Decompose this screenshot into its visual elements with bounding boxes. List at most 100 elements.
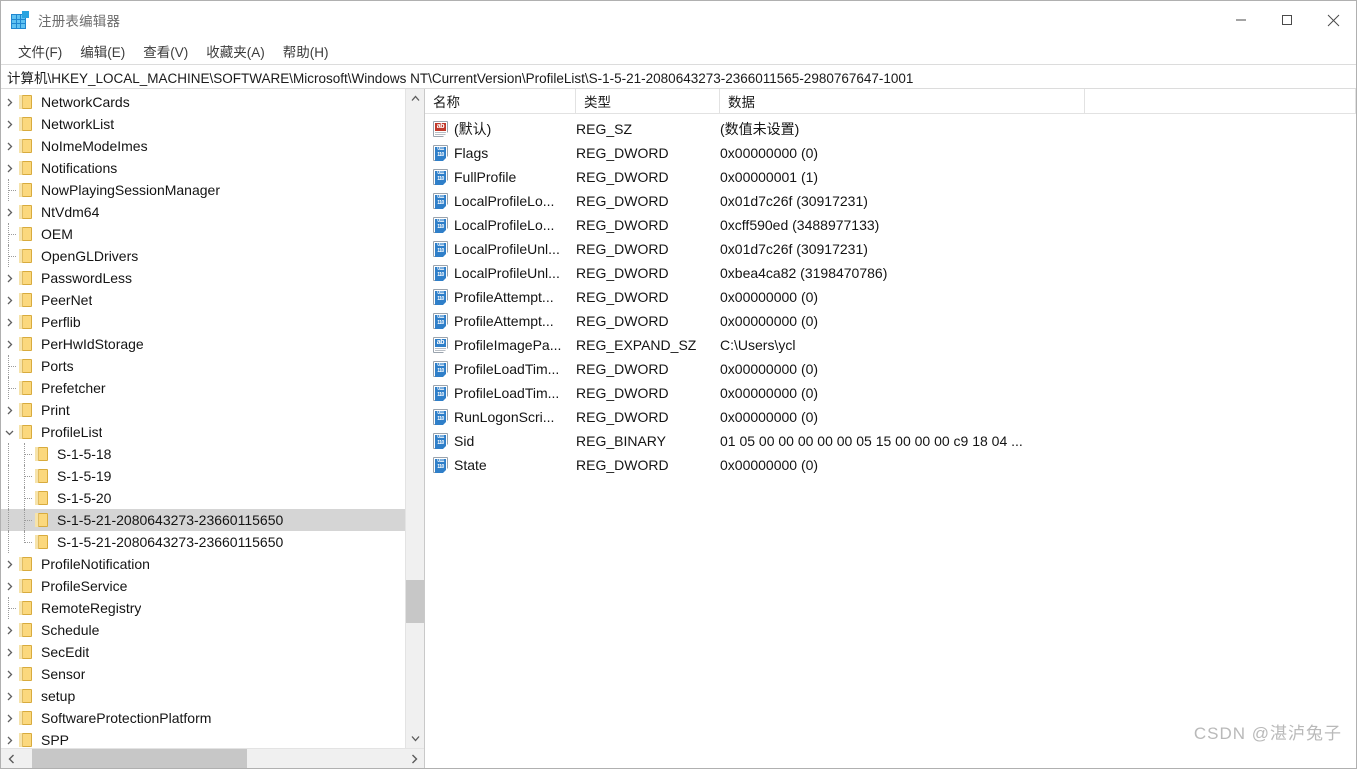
tree-item[interactable]: OEM xyxy=(1,223,405,245)
value-row[interactable]: 011 110 ProfileLoadTim... REG_DWORD 0x000000… xyxy=(425,381,1356,405)
column-header-name[interactable]: 名称 xyxy=(425,89,576,113)
tree-horizontal-scrollbar[interactable] xyxy=(1,748,424,768)
tree-hscroll-thumb[interactable] xyxy=(32,749,247,768)
value-data: C:\Users\ycl xyxy=(720,337,796,353)
tree-item[interactable]: ProfileService xyxy=(1,575,405,597)
tree-item[interactable]: S-1-5-19 xyxy=(1,465,405,487)
value-row[interactable]: 011 110 ProfileAttempt... REG_DWORD 0x000000… xyxy=(425,309,1356,333)
tree-item[interactable]: PeerNet xyxy=(1,289,405,311)
scroll-up-icon[interactable] xyxy=(406,89,424,108)
chevron-right-icon[interactable] xyxy=(1,91,17,113)
tree-item[interactable]: NoImeModeImes xyxy=(1,135,405,157)
tree-item[interactable]: Schedule xyxy=(1,619,405,641)
tree-item[interactable]: PasswordLess xyxy=(1,267,405,289)
menu-file[interactable]: 文件(F) xyxy=(9,39,71,64)
chevron-down-icon[interactable] xyxy=(1,421,17,443)
tree-vscroll-thumb[interactable] xyxy=(406,579,424,624)
value-name: (默认) xyxy=(454,121,492,137)
chevron-right-icon[interactable] xyxy=(1,289,17,311)
value-row[interactable]: 011 110 LocalProfileLo... REG_DWORD 0x01d7c2… xyxy=(425,189,1356,213)
chevron-right-icon[interactable] xyxy=(1,707,17,729)
value-name-cell: 011 110 ProfileAttempt... xyxy=(425,289,576,305)
folder-icon xyxy=(33,469,50,483)
column-header-data[interactable]: 数据 xyxy=(720,89,1085,113)
tree-item[interactable]: SPP xyxy=(1,729,405,748)
value-row[interactable]: 011 110 ProfileAttempt... REG_DWORD 0x000000… xyxy=(425,285,1356,309)
chevron-right-icon[interactable] xyxy=(1,575,17,597)
chevron-right-icon[interactable] xyxy=(1,267,17,289)
chevron-right-icon[interactable] xyxy=(1,553,17,575)
chevron-right-icon[interactable] xyxy=(1,157,17,179)
value-row[interactable]: 011 110 Sid REG_BINARY 01 05 00 00 00 00 00 … xyxy=(425,429,1356,453)
menu-view[interactable]: 查看(V) xyxy=(134,39,197,64)
tree-vscroll-track[interactable] xyxy=(406,108,424,729)
chevron-right-icon[interactable] xyxy=(1,663,17,685)
tree-item[interactable]: Ports xyxy=(1,355,405,377)
tree-item[interactable]: S-1-5-18 xyxy=(1,443,405,465)
scroll-down-icon[interactable] xyxy=(406,729,424,748)
chevron-right-icon[interactable] xyxy=(1,619,17,641)
tree-item-selected[interactable]: S-1-5-21-2080643273-23660115650 xyxy=(1,509,405,531)
value-row[interactable]: 011 110 LocalProfileUnl... REG_DWORD 0x01d7c… xyxy=(425,237,1356,261)
tree-item[interactable]: SecEdit xyxy=(1,641,405,663)
column-header-type[interactable]: 类型 xyxy=(576,89,720,113)
tree-item-label: Sensor xyxy=(41,666,86,682)
chevron-right-icon[interactable] xyxy=(1,685,17,707)
tree-item[interactable]: NetworkList xyxy=(1,113,405,135)
tree-item-label: ProfileList xyxy=(41,424,103,440)
value-row[interactable]: ab (默认) REG_SZ (数值未设置) xyxy=(425,117,1356,141)
chevron-right-icon[interactable] xyxy=(1,641,17,663)
tree-item[interactable]: ProfileList xyxy=(1,421,405,443)
chevron-right-icon[interactable] xyxy=(1,135,17,157)
value-data: 0x01d7c26f (30917231) xyxy=(720,241,868,257)
tree-vertical-scrollbar[interactable] xyxy=(405,89,424,748)
tree-item[interactable]: NowPlayingSessionManager xyxy=(1,179,405,201)
value-row[interactable]: 011 110 LocalProfileUnl... REG_DWORD 0xbea4c… xyxy=(425,261,1356,285)
tree-item[interactable]: RemoteRegistry xyxy=(1,597,405,619)
chevron-right-icon[interactable] xyxy=(1,311,17,333)
tree-item[interactable]: OpenGLDrivers xyxy=(1,245,405,267)
menu-edit[interactable]: 编辑(E) xyxy=(71,39,134,64)
value-row[interactable]: 011 110 RunLogonScri... REG_DWORD 0x00000000… xyxy=(425,405,1356,429)
value-row[interactable]: 011 110 FullProfile REG_DWORD 0x00000001 (1) xyxy=(425,165,1356,189)
value-row[interactable]: 011 110 LocalProfileLo... REG_DWORD 0xcff590… xyxy=(425,213,1356,237)
chevron-right-icon[interactable] xyxy=(1,201,17,223)
value-row[interactable]: 011 110 Flags REG_DWORD 0x00000000 (0) xyxy=(425,141,1356,165)
tree-item[interactable]: Perflib xyxy=(1,311,405,333)
folder-icon xyxy=(17,381,34,395)
value-name-cell: ab ProfileImagePa... xyxy=(425,337,576,353)
tree-item[interactable]: ProfileNotification xyxy=(1,553,405,575)
tree-item[interactable]: S-1-5-20 xyxy=(1,487,405,509)
tree-item-label: NetworkList xyxy=(41,116,115,132)
maximize-button[interactable] xyxy=(1264,1,1310,39)
chevron-right-icon[interactable] xyxy=(1,399,17,421)
value-row[interactable]: ab ProfileImagePa... REG_EXPAND_SZ C:\Users… xyxy=(425,333,1356,357)
menu-help[interactable]: 帮助(H) xyxy=(274,39,338,64)
address-bar[interactable]: 计算机\HKEY_LOCAL_MACHINE\SOFTWARE\Microsof… xyxy=(1,64,1356,89)
chevron-right-icon[interactable] xyxy=(1,333,17,355)
chevron-right-icon[interactable] xyxy=(1,729,17,748)
menu-favorites[interactable]: 收藏夹(A) xyxy=(197,39,274,64)
tree-item[interactable]: Print xyxy=(1,399,405,421)
scroll-right-icon[interactable] xyxy=(404,749,424,768)
scroll-left-icon[interactable] xyxy=(1,749,21,768)
value-name-cell: 011 110 LocalProfileUnl... xyxy=(425,265,576,281)
tree-item[interactable]: PerHwIdStorage xyxy=(1,333,405,355)
value-row[interactable]: 011 110 State REG_DWORD 0x00000000 (0) xyxy=(425,453,1356,477)
tree-item[interactable]: NetworkCards xyxy=(1,91,405,113)
value-name-cell: ab (默认) xyxy=(425,119,576,139)
tree-item[interactable]: Prefetcher xyxy=(1,377,405,399)
tree-item[interactable]: NtVdm64 xyxy=(1,201,405,223)
folder-icon xyxy=(33,491,50,505)
tree-item[interactable]: S-1-5-21-2080643273-23660115650 xyxy=(1,531,405,553)
tree-guide-line xyxy=(1,179,17,201)
chevron-right-icon[interactable] xyxy=(1,113,17,135)
tree-item[interactable]: Notifications xyxy=(1,157,405,179)
close-button[interactable] xyxy=(1310,1,1356,39)
tree-item[interactable]: Sensor xyxy=(1,663,405,685)
tree-item[interactable]: setup xyxy=(1,685,405,707)
tree-hscroll-track[interactable] xyxy=(21,749,404,768)
value-row[interactable]: 011 110 ProfileLoadTim... REG_DWORD 0x000000… xyxy=(425,357,1356,381)
tree-item[interactable]: SoftwareProtectionPlatform xyxy=(1,707,405,729)
minimize-button[interactable] xyxy=(1218,1,1264,39)
